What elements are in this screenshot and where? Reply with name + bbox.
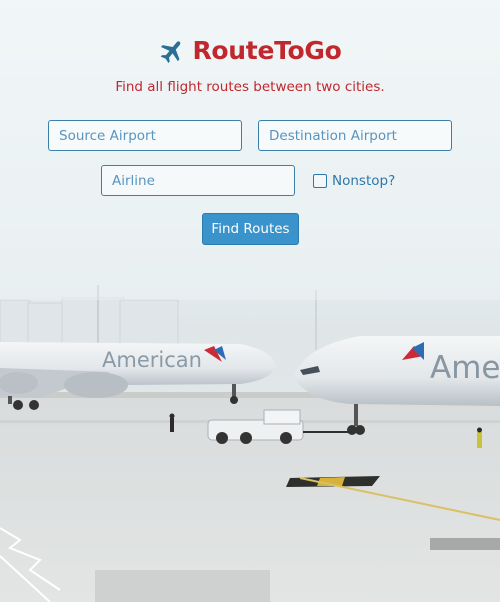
brand-header: RouteToGo [0, 36, 500, 65]
source-airport-input[interactable] [48, 120, 242, 151]
left-plane-livery: American [102, 348, 202, 372]
destination-airport-input[interactable] [258, 120, 452, 151]
nonstop-checkbox[interactable] [313, 174, 327, 188]
airline-input[interactable] [101, 165, 295, 196]
nonstop-label: Nonstop? [332, 173, 396, 189]
right-plane-livery: Ame [430, 350, 500, 386]
find-routes-button[interactable]: Find Routes [202, 213, 299, 245]
tagline: Find all flight routes between two citie… [115, 79, 385, 95]
nonstop-toggle[interactable]: Nonstop? [313, 173, 395, 189]
airplane-icon [161, 40, 181, 63]
app-title: RouteToGo [192, 36, 342, 65]
